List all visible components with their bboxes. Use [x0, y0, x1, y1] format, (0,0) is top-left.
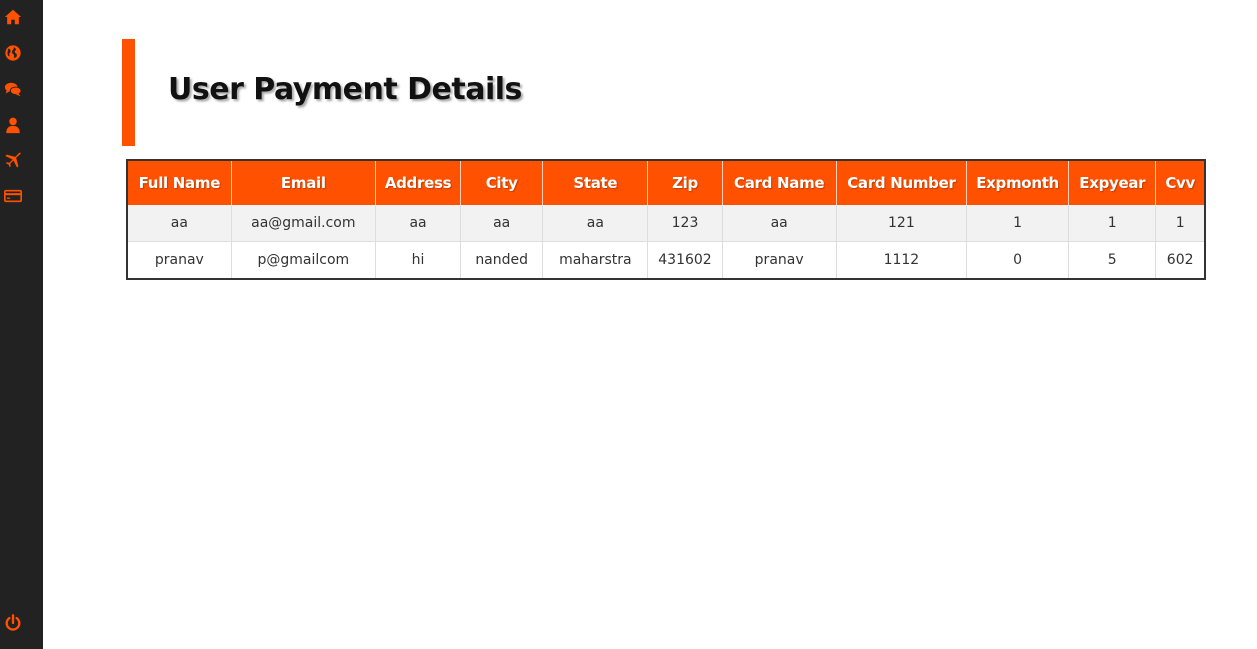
header-expyear: Expyear [1068, 160, 1157, 205]
plane-icon[interactable] [2, 149, 24, 171]
cell-full-name: aa [127, 205, 232, 242]
cell-address: aa [375, 205, 462, 242]
credit-card-icon[interactable] [2, 185, 24, 207]
cell-expmonth: 0 [966, 241, 1070, 279]
cell-expmonth: 1 [966, 205, 1070, 242]
header-zip: Zip [647, 160, 723, 205]
cell-expyear: 1 [1068, 205, 1157, 242]
chat-icon[interactable] [2, 78, 24, 100]
payment-table: Full Name Email Address City State Zip C… [126, 159, 1206, 280]
page-title: User Payment Details [168, 72, 522, 107]
cell-state: maharstra [542, 241, 649, 279]
cell-city: aa [460, 205, 544, 242]
cell-zip: 123 [647, 205, 723, 242]
cell-zip: 431602 [647, 241, 723, 279]
sidebar [0, 0, 43, 649]
home-icon[interactable] [2, 6, 24, 28]
header-state: State [542, 160, 649, 205]
cell-address: hi [375, 241, 462, 279]
table-row: pranav p@gmailcom hi nanded maharstra 43… [127, 241, 1205, 279]
cell-card-number: 121 [836, 205, 968, 242]
power-icon[interactable] [2, 612, 24, 634]
cell-cvv: 1 [1155, 205, 1205, 242]
payment-table-container: Full Name Email Address City State Zip C… [126, 159, 1206, 280]
heading-accent-bar [122, 39, 135, 146]
cell-card-number: 1112 [836, 241, 968, 279]
header-city: City [460, 160, 544, 205]
cell-email: p@gmailcom [231, 241, 376, 279]
globe-icon[interactable] [2, 42, 24, 64]
cell-city: nanded [460, 241, 544, 279]
user-icon[interactable] [2, 114, 24, 136]
cell-state: aa [542, 205, 649, 242]
cell-full-name: pranav [127, 241, 232, 279]
header-expmonth: Expmonth [966, 160, 1070, 205]
cell-cvv: 602 [1155, 241, 1205, 279]
cell-email: aa@gmail.com [231, 205, 376, 242]
header-cvv: Cvv [1155, 160, 1205, 205]
cell-card-name: aa [722, 205, 837, 242]
header-address: Address [375, 160, 462, 205]
header-email: Email [231, 160, 376, 205]
cell-expyear: 5 [1068, 241, 1157, 279]
table-row: aa aa@gmail.com aa aa aa 123 aa 121 1 1 … [127, 205, 1205, 242]
header-full-name: Full Name [127, 160, 232, 205]
header-card-number: Card Number [836, 160, 968, 205]
table-header-row: Full Name Email Address City State Zip C… [127, 160, 1205, 205]
header-card-name: Card Name [722, 160, 837, 205]
cell-card-name: pranav [722, 241, 837, 279]
